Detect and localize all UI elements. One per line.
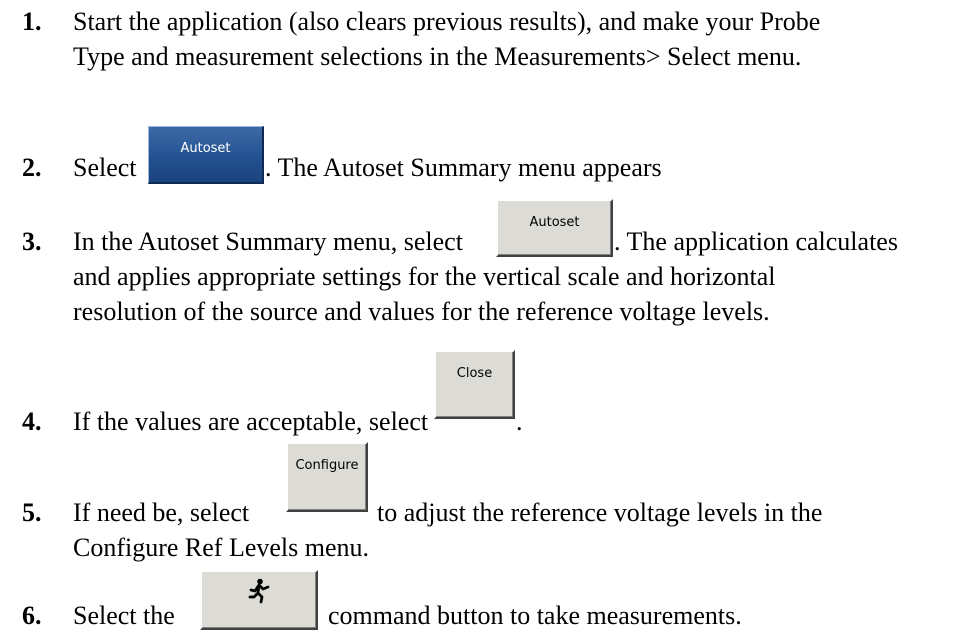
step-text: .: [516, 407, 523, 436]
step-number: 5.: [22, 498, 42, 527]
configure-button[interactable]: Configure: [286, 442, 368, 512]
step-text-line: resolution of the source and values for …: [73, 297, 770, 326]
running-man-icon: [247, 578, 271, 608]
step-number: 3.: [22, 227, 42, 256]
step-text: . The Autoset Summary menu appears: [265, 153, 662, 182]
step-text-line: Type and measurement selections in the M…: [73, 42, 802, 71]
autoset-button-blue[interactable]: Autoset: [148, 126, 264, 184]
step-number: 1.: [22, 7, 42, 36]
step-text: If the values are acceptable, select: [73, 407, 429, 436]
autoset-button[interactable]: Autoset: [496, 199, 613, 257]
step-text: . The application calculates: [614, 227, 898, 256]
step-text: Select: [73, 153, 137, 182]
step-text: In the Autoset Summary menu, select: [73, 227, 463, 256]
step-number: 2.: [22, 153, 42, 182]
step-text: command button to take measurements.: [328, 601, 742, 630]
step-text: Select the: [73, 601, 175, 630]
close-button[interactable]: Close: [434, 350, 515, 419]
step-text-line: Start the application (also clears previ…: [73, 7, 821, 36]
run-button[interactable]: [200, 570, 318, 630]
step-number: 4.: [22, 407, 42, 436]
step-text: If need be, select: [73, 498, 250, 527]
step-text-line: Configure Ref Levels menu.: [73, 533, 370, 562]
step-number: 6.: [22, 601, 42, 630]
step-text: to adjust the reference voltage levels i…: [377, 498, 823, 527]
step-text-line: and applies appropriate settings for the…: [73, 262, 776, 291]
